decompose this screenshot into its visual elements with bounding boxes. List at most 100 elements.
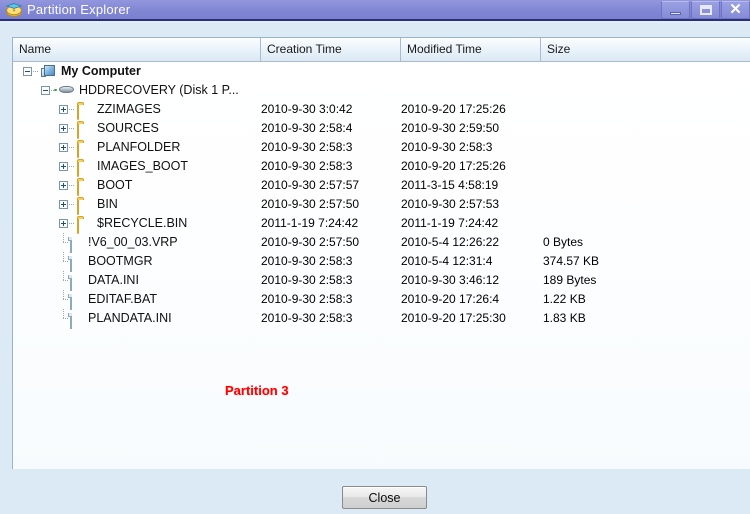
close-icon: ✕	[729, 1, 742, 18]
tree-row-creation-time: 2010-9-30 2:58:4	[261, 121, 353, 135]
close-window-button[interactable]: ✕	[721, 1, 750, 19]
file-icon	[68, 312, 84, 329]
tree-row[interactable]: BOOTMGR 2010-9-30 2:58:3 2010-5-4 12:31:4 3…	[13, 252, 750, 272]
file-icon	[68, 293, 84, 310]
maximize-icon	[692, 2, 719, 18]
column-header-size[interactable]: Size	[541, 38, 750, 61]
tree-row[interactable]: IMAGES_BOOT 2010-9-30 2:58:3 2010-9-20 17:…	[13, 157, 750, 177]
window-controls: ✕	[660, 0, 750, 20]
tree-connector-line	[69, 128, 75, 129]
tree-row[interactable]: PLANDATA.INI 2010-9-30 2:58:3 2010-9-20 17…	[13, 309, 750, 329]
tree-row-name-cell: $RECYCLE.BIN	[59, 214, 187, 234]
tree-connector-line	[59, 309, 68, 328]
tree-row-name-cell: BOOTMGR	[59, 252, 153, 272]
tree-row[interactable]: HDDRECOVERY (Disk 1 P...	[13, 81, 750, 100]
tree-row-name-cell: BOOT	[59, 176, 132, 196]
tree-row-size: 374.57 KB	[543, 254, 600, 268]
tree-row-modified-time: 2011-3-15 4:58:19	[401, 178, 499, 192]
tree-row-modified-time: 2010-9-30 2:59:50	[401, 121, 500, 135]
expand-icon[interactable]	[59, 162, 68, 171]
tree-row-creation-time: 2010-9-30 2:58:3	[261, 140, 353, 154]
tree-connector-line	[69, 185, 75, 186]
expand-icon[interactable]	[59, 181, 68, 190]
tree-row-label: DATA.INI	[88, 273, 139, 287]
file-icon	[68, 255, 84, 272]
collapse-icon[interactable]	[23, 67, 32, 76]
tree-row[interactable]: BOOT 2010-9-30 2:57:57 2011-3-15 4:58:19	[13, 176, 750, 196]
computer-icon	[41, 64, 57, 79]
tree-row-name-cell: BIN	[59, 195, 118, 215]
tree-row-modified-time: 2010-9-30 3:46:12	[401, 273, 500, 287]
file-icon	[68, 236, 84, 253]
tree-row-modified-time: 2010-9-20 17:26:4	[401, 292, 500, 306]
maximize-button[interactable]	[691, 1, 720, 19]
tree-row[interactable]: PLANFOLDER 2010-9-30 2:58:3 2010-9-30 2:58…	[13, 138, 750, 158]
tree-row-modified-time: 2010-9-20 17:25:26	[401, 159, 506, 173]
folder-icon	[77, 160, 93, 177]
tree-row-name-cell: IMAGES_BOOT	[59, 157, 188, 177]
tree-row-size: 0 Bytes	[543, 235, 584, 249]
title-bar: Partition Explorer ✕	[0, 0, 750, 21]
partition-explorer-icon	[5, 3, 23, 18]
tree-row[interactable]: BIN 2010-9-30 2:57:50 2010-9-30 2:57:53	[13, 195, 750, 215]
tree-row-modified-time: 2010-9-20 17:25:30	[401, 311, 506, 325]
tree-row-size: 189 Bytes	[543, 273, 597, 287]
folder-icon	[77, 198, 93, 215]
tree-row-name-cell: HDDRECOVERY (Disk 1 P...	[41, 81, 239, 100]
tree-row-label: My Computer	[61, 64, 141, 78]
tree-row-name-cell: SOURCES	[59, 119, 159, 139]
tree-row-label: !V6_00_03.VRP	[88, 235, 178, 249]
file-tree-panel: Name Creation Time Modified Time Size My…	[12, 37, 750, 491]
tree-connector-line	[59, 290, 68, 309]
drive-icon	[54, 84, 75, 98]
expand-icon[interactable]	[59, 124, 68, 133]
tree-row-label: IMAGES_BOOT	[97, 159, 188, 173]
tree-row-creation-time: 2010-9-30 2:57:50	[261, 235, 360, 249]
column-header-creation-time[interactable]: Creation Time	[261, 38, 401, 61]
tree-row-modified-time: 2010-9-30 2:57:53	[401, 197, 500, 211]
expand-icon[interactable]	[59, 105, 68, 114]
tree-row-creation-time: 2010-9-30 2:58:3	[261, 254, 353, 268]
folder-icon	[77, 217, 93, 234]
tree-row-creation-time: 2010-9-30 2:57:50	[261, 197, 360, 211]
tree-row-modified-time: 2010-9-30 2:58:3	[401, 140, 493, 154]
tree-row[interactable]: !V6_00_03.VRP 2010-9-30 2:57:50 2010-5-4 1…	[13, 233, 750, 253]
minimize-icon	[662, 2, 689, 18]
collapse-icon[interactable]	[41, 86, 50, 95]
tree-row-creation-time: 2010-9-30 3:0:42	[261, 102, 353, 116]
tree-connector-line	[59, 233, 68, 252]
column-header-modified-time[interactable]: Modified Time	[401, 38, 541, 61]
tree-row[interactable]: EDITAF.BAT 2010-9-30 2:58:3 2010-9-20 17:2…	[13, 290, 750, 310]
folder-icon	[77, 179, 93, 196]
tree-row[interactable]: $RECYCLE.BIN 2011-1-19 7:24:42 2011-1-19 7…	[13, 214, 750, 234]
tree-connector-line	[59, 252, 68, 271]
tree-connector-line	[69, 166, 75, 167]
column-header-row: Name Creation Time Modified Time Size	[13, 38, 750, 62]
tree-row[interactable]: My Computer	[13, 62, 750, 81]
partition-explorer-window: Partition Explorer ✕ Name Creation Time …	[0, 0, 750, 514]
minimize-button[interactable]	[661, 1, 690, 19]
tree-row-name-cell: My Computer	[23, 62, 141, 81]
tree-row[interactable]: DATA.INI 2010-9-30 2:58:3 2010-9-30 3:46:1…	[13, 271, 750, 291]
tree-connector-line	[33, 71, 39, 72]
partition-annotation: Partition 3	[225, 383, 289, 398]
tree-row-label: ZZIMAGES	[97, 102, 161, 116]
tree-row[interactable]: ZZIMAGES 2010-9-30 3:0:42 2010-9-20 17:25:…	[13, 100, 750, 120]
tree-row[interactable]: SOURCES 2010-9-30 2:58:4 2010-9-30 2:59:50	[13, 119, 750, 139]
expand-icon[interactable]	[59, 200, 68, 209]
expand-icon[interactable]	[59, 143, 68, 152]
tree-row-modified-time: 2010-5-4 12:31:4	[401, 254, 493, 268]
close-button[interactable]: Close	[342, 486, 427, 509]
tree-row-label: BOOTMGR	[88, 254, 153, 268]
tree-row-name-cell: !V6_00_03.VRP	[59, 233, 178, 253]
column-header-name[interactable]: Name	[13, 38, 261, 61]
tree-connector-line	[69, 204, 75, 205]
tree-row-modified-time: 2010-9-20 17:25:26	[401, 102, 506, 116]
tree-row-creation-time: 2010-9-30 2:58:3	[261, 311, 353, 325]
footer-bar: Close	[0, 469, 750, 514]
tree-row-name-cell: PLANDATA.INI	[59, 309, 172, 329]
window-content: Name Creation Time Modified Time Size My…	[0, 23, 750, 514]
expand-icon[interactable]	[59, 219, 68, 228]
tree-row-size: 1.83 KB	[543, 311, 586, 325]
tree-row-name-cell: ZZIMAGES	[59, 100, 161, 120]
